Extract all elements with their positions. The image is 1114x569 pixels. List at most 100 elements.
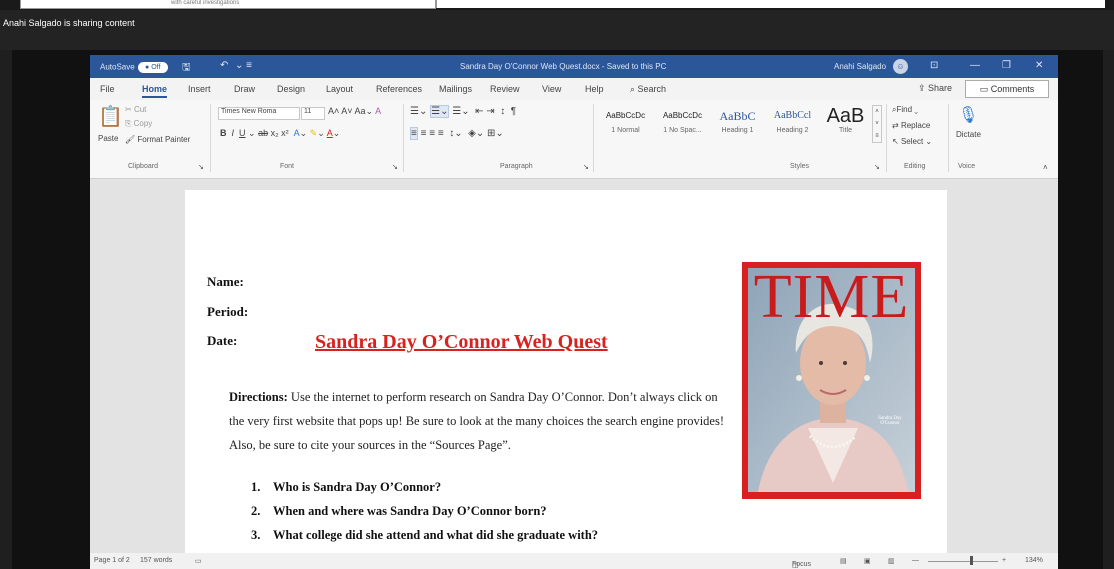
tab-file[interactable]: File: [100, 84, 115, 94]
time-magazine-cover-image[interactable]: TIME Sandra Day O'Connor: [742, 262, 921, 499]
save-icon[interactable]: 🖫: [182, 60, 191, 77]
autosave-toggle[interactable]: AutoSave ● Off: [100, 62, 168, 73]
format-painter-label: Format Painter: [137, 135, 191, 144]
list-buttons[interactable]: ☰⌄ ☰⌄ ☰⌄ ⇤ ⇥ ↕ ¶: [410, 105, 516, 118]
paste-icon[interactable]: 📋: [98, 104, 123, 129]
document-page[interactable]: Name: Period: Date: Sandra Day O’Connor …: [185, 190, 947, 553]
search-label: Search: [637, 84, 667, 94]
question-number: 3.: [251, 528, 261, 542]
web-layout-icon[interactable]: ▥: [888, 557, 895, 565]
document-title-heading: Sandra Day O’Connor Web Quest: [315, 331, 608, 353]
paste-button[interactable]: Paste: [98, 134, 118, 143]
avatar[interactable]: ☺: [893, 59, 908, 74]
format-painter-button[interactable]: 🖌 Format Painter: [125, 135, 190, 144]
styles-scroll-buttons[interactable]: ˄ ˅ ≡: [872, 105, 882, 143]
question-number: 1.: [251, 480, 261, 494]
font-size-buttons[interactable]: A˄ A˅ Aa⌄ A: [328, 106, 381, 117]
question-number: 2.: [251, 504, 261, 518]
top-strip: with careful investigations: [0, 0, 1114, 10]
style-no-spacing[interactable]: AaBbCcDc 1 No Spac...: [655, 105, 710, 145]
share-button[interactable]: ⇪ Share: [918, 83, 952, 94]
zoom-level[interactable]: 134%: [1025, 557, 1043, 564]
cover-photo: TIME Sandra Day O'Connor: [748, 268, 915, 492]
sharing-notice: Anahi Salgado is sharing content: [3, 18, 135, 28]
cover-caption: Sandra Day O'Connor: [878, 416, 902, 426]
style-title[interactable]: AaB Title: [818, 105, 873, 145]
divider: [403, 104, 404, 172]
tab-references[interactable]: References: [376, 84, 422, 94]
cover-masthead: TIME: [753, 268, 910, 331]
microphone-icon[interactable]: 🎙: [958, 105, 978, 125]
alignment-buttons[interactable]: ≡ ≡ ≡ ≡ ↕⌄ ◈⌄ ⊞⌄: [410, 127, 504, 140]
ribbon-tabs: File Home Insert Draw Design Layout Refe…: [90, 78, 1058, 100]
cut-button[interactable]: ✂ Cut: [125, 105, 146, 114]
tab-view[interactable]: View: [542, 84, 561, 94]
comment-icon: ▭: [979, 84, 991, 94]
replace-button[interactable]: ⇄ Replace: [892, 121, 930, 130]
question-text: Who is Sandra Day O’Connor?: [273, 480, 442, 494]
word-count[interactable]: 157 words: [140, 557, 172, 564]
top-strip-panel: with careful investigations: [20, 0, 436, 9]
styles-launcher-icon[interactable]: ↘: [874, 163, 880, 171]
style-name: Heading 2: [776, 127, 809, 134]
directions-label: Directions:: [229, 390, 288, 404]
question-1: 1. Who is Sandra Day O’Connor?: [251, 480, 441, 495]
font-launcher-icon[interactable]: ↘: [392, 163, 398, 171]
autosave-state: Off: [151, 64, 161, 71]
tab-review[interactable]: Review: [490, 84, 520, 94]
tab-draw[interactable]: Draw: [234, 84, 255, 94]
zoom-out-button[interactable]: —: [912, 557, 919, 564]
tab-layout[interactable]: Layout: [326, 84, 353, 94]
style-name: Heading 1: [721, 127, 754, 134]
status-bar: Page 1 of 2 157 words ▭ ◫ Focus ▤ ▣ ▥ — …: [90, 553, 1058, 569]
zoom-in-button[interactable]: +: [1002, 557, 1006, 564]
autosave-switch[interactable]: ● Off: [137, 62, 168, 73]
tab-mailings[interactable]: Mailings: [439, 84, 472, 94]
read-mode-icon[interactable]: ▤: [840, 557, 847, 565]
zoom-slider[interactable]: [928, 561, 998, 562]
redo-icon[interactable]: ⌄ ≡: [235, 60, 252, 71]
comments-button[interactable]: ▭ Comments: [965, 80, 1049, 98]
divider: [948, 104, 949, 172]
minimize-icon[interactable]: —: [970, 60, 980, 71]
name-field-label: Name:: [207, 274, 244, 289]
clipboard-launcher-icon[interactable]: ↘: [198, 163, 204, 171]
copy-label: Copy: [133, 119, 153, 128]
font-format-buttons[interactable]: B I U ⌄ ab x₂ x² A⌄ ✎⌄ A⌄: [220, 128, 340, 139]
tab-home[interactable]: Home: [142, 84, 168, 98]
focus-label: Focus: [792, 561, 812, 568]
copy-button[interactable]: ⎘ Copy: [125, 119, 152, 129]
period-field-label: Period:: [207, 304, 249, 319]
style-heading-1[interactable]: AaBbC Heading 1: [710, 105, 765, 145]
search-box[interactable]: ⌕ Search: [630, 84, 666, 95]
ribbon-display-icon[interactable]: ⊡: [930, 60, 938, 71]
document-area: Name: Period: Date: Sandra Day O’Connor …: [90, 179, 1058, 553]
style-name: 1 No Spac...: [663, 127, 702, 134]
user-name[interactable]: Anahi Salgado: [834, 62, 886, 71]
print-layout-icon[interactable]: ▣: [864, 557, 871, 565]
collapse-ribbon-icon[interactable]: ˄: [1043, 163, 1048, 172]
style-heading-2[interactable]: AaBbCcl Heading 2: [765, 105, 820, 145]
tab-help[interactable]: Help: [585, 84, 604, 94]
comments-label: Comments: [990, 84, 1035, 94]
dictate-button[interactable]: Dictate: [956, 130, 981, 139]
cut-label: Cut: [133, 105, 147, 114]
tab-insert[interactable]: Insert: [188, 84, 211, 94]
zoom-slider-thumb[interactable]: [970, 556, 973, 565]
find-button[interactable]: ⌕Find ⌄: [892, 105, 918, 115]
close-icon[interactable]: ✕: [1035, 60, 1043, 71]
directions-paragraph: Directions: Use the internet to perform …: [229, 385, 729, 457]
select-button[interactable]: ↖ Select ⌄: [892, 137, 932, 146]
page-count[interactable]: Page 1 of 2: [94, 557, 130, 564]
font-name-select[interactable]: Times New Roma: [218, 107, 300, 120]
undo-icon[interactable]: ↶: [220, 60, 228, 71]
paragraph-launcher-icon[interactable]: ↘: [583, 163, 589, 171]
tab-design[interactable]: Design: [277, 84, 305, 94]
clipboard-group-label: Clipboard: [128, 163, 158, 170]
style-normal[interactable]: AaBbCcDc 1 Normal: [598, 105, 653, 145]
restore-icon[interactable]: ❐: [1002, 60, 1011, 71]
replace-label: Replace: [900, 121, 931, 130]
font-size-select[interactable]: 11: [301, 107, 325, 120]
proofing-icon[interactable]: ▭: [195, 557, 202, 565]
font-group-label: Font: [280, 163, 295, 170]
